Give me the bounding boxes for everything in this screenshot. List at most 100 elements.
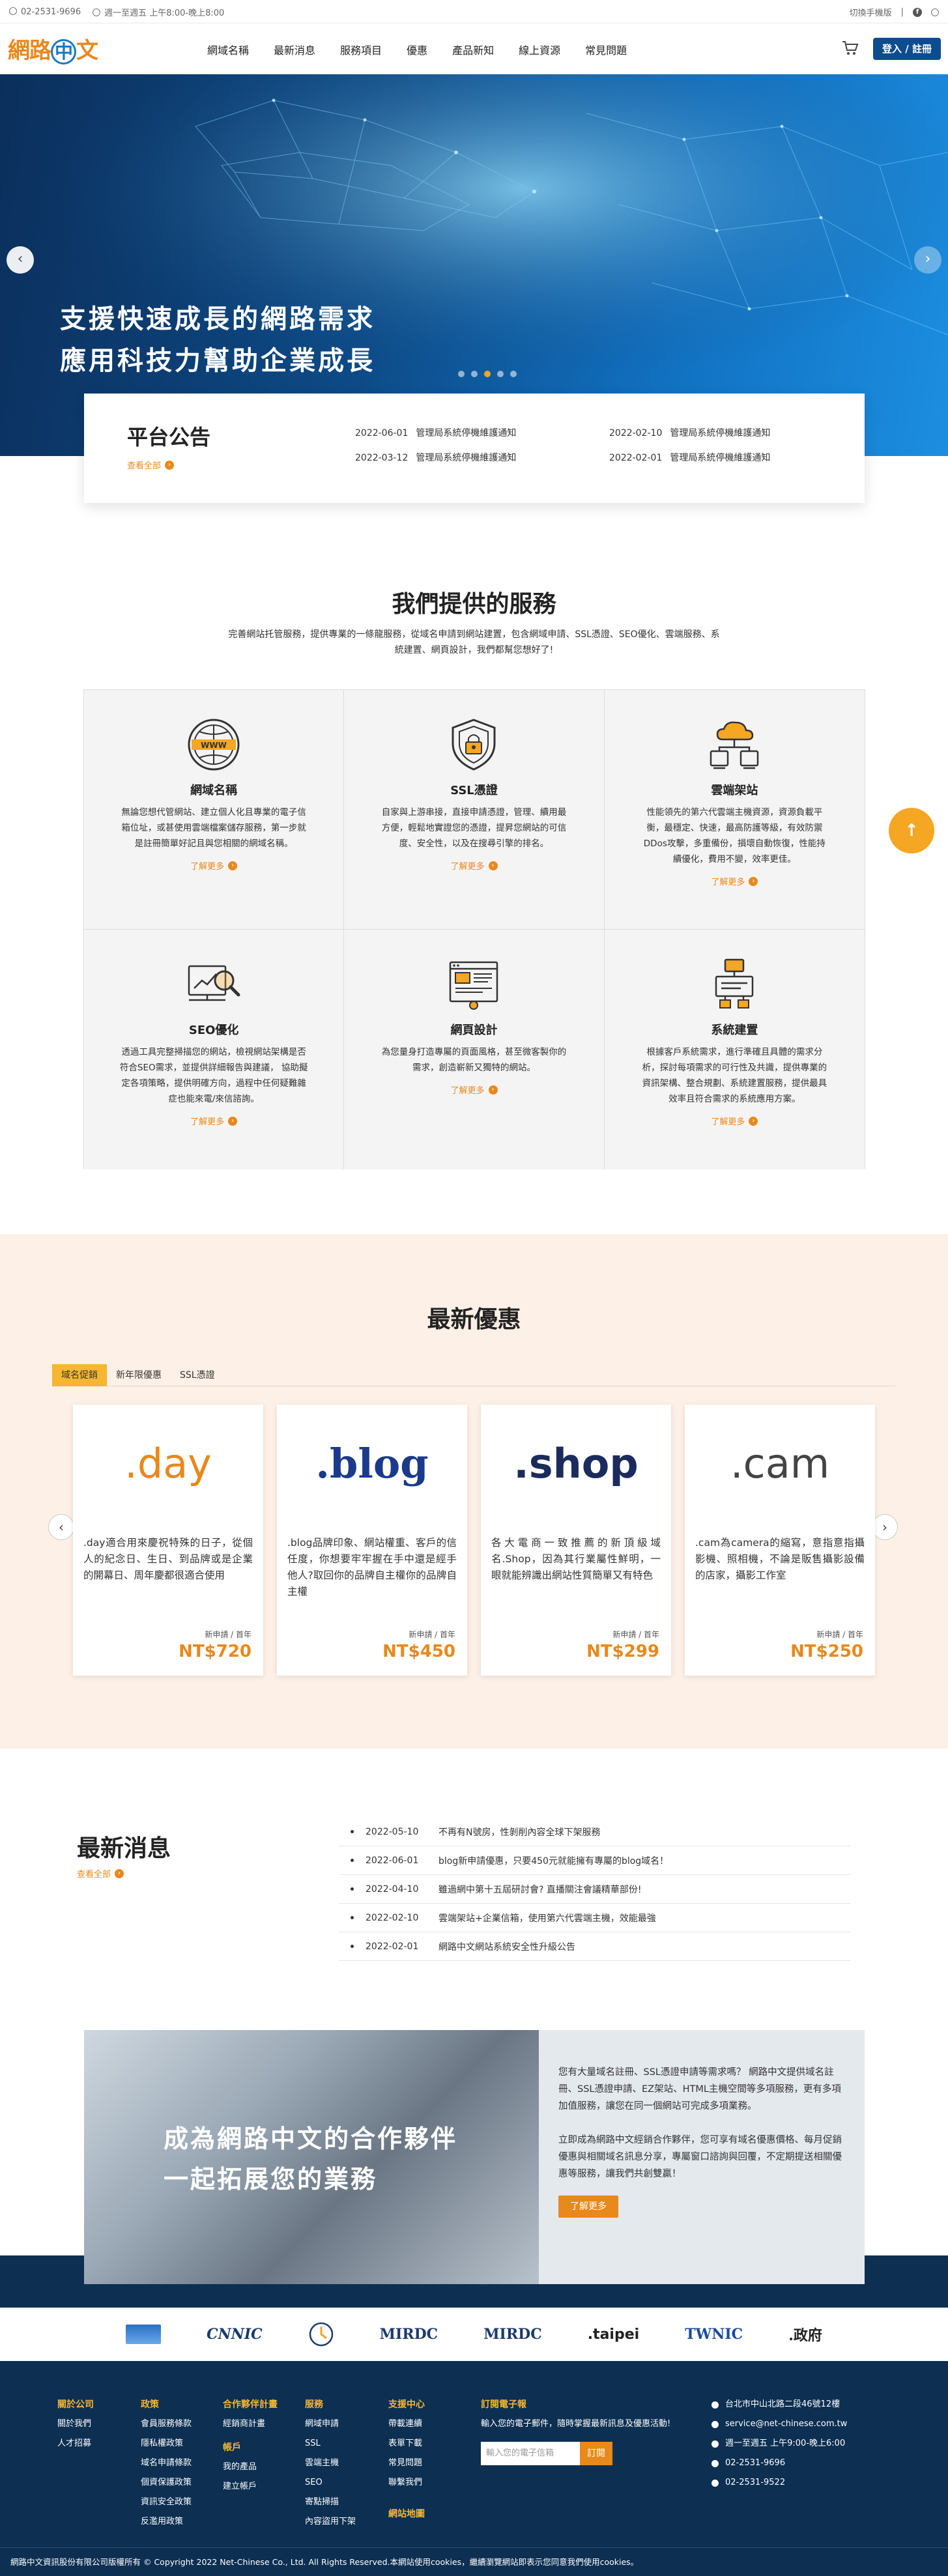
tab-domain-sale[interactable]: 域名促銷 [52,1364,107,1386]
service-card-seo[interactable]: SEO優化 透過工具完整掃描您的網站，檢視網站架構是否符合SEO需求，並提供詳細… [84,930,345,1169]
footer-link[interactable]: SSL [305,2434,356,2454]
carousel-dot[interactable] [458,371,465,377]
scroll-top-arrow-icon[interactable]: ↑ [889,808,934,853]
announcement-item[interactable]: 2022-02-10 管理局系統停機維護通知 [609,426,770,439]
promo-unit: 新申請 / 首年 [205,1630,251,1639]
subscribe-form: 輸入您的電子信箱 訂閱 [481,2442,689,2465]
taipei-logo[interactable]: .taipei [588,2326,639,2343]
hero-next-arrow-icon[interactable]: › [914,246,941,274]
news-item[interactable]: 2022-04-10 雖過網中第十五屆研討會? 直播關注會議精華部份! [339,1875,851,1904]
service-text: 根據客戶系統需求，進行準確且具體的需求分析，探討每項需求的可行性及共識，提供專業… [642,1047,827,1104]
announcement-item[interactable]: 2022-02-01 管理局系統停機維護通知 [609,451,770,464]
carousel-dot[interactable] [471,371,478,377]
service-more-link[interactable]: 了解更多 › [711,1115,758,1127]
news-more-link[interactable]: 查看全部 › [77,1867,124,1880]
nav-item-news[interactable]: 最新消息 [274,42,315,57]
sitemap-link[interactable]: 網站地圖 [388,2504,425,2524]
partner-learn-more-button[interactable]: 了解更多 [558,2196,618,2218]
footer-link[interactable]: 雲端主機 [305,2454,356,2473]
carousel-dot[interactable] [497,371,504,377]
facebook-icon[interactable]: f [913,7,922,17]
hero-prev-arrow-icon[interactable]: ‹ [7,246,34,274]
twnic-logo[interactable] [126,2325,162,2344]
service-card-system[interactable]: 系統建置 根據客戶系統需求，進行準確且具體的需求分析，探討每項需求的可行性及共識… [604,930,865,1169]
cnnic-logo[interactable]: CNNIC [207,2326,263,2343]
nav-item-product-news[interactable]: 產品新知 [452,42,494,57]
service-card-cloud[interactable]: 雲端架站 性能領先的第六代雲端主機資源，資源負載平衡，最穩定、快速，最高防護等級… [604,690,865,930]
news-item[interactable]: 2022-02-10 雲端架站+企業信箱，使用第六代雲端主機，效能最強 [339,1904,851,1932]
footer-link[interactable]: 經銷商計畫 [223,2414,278,2434]
promo-card[interactable]: .shop 各大電商一致推薦的新頂級域名.Shop，因為其行業屬性鮮明，一眼就能… [481,1405,671,1676]
footer-link[interactable]: 關於我們 [57,2414,94,2434]
clock-icon [93,8,101,16]
footer-link[interactable]: 建立帳戶 [223,2477,278,2497]
footer-link[interactable]: 寄點掃描 [305,2493,356,2512]
service-more-link[interactable]: 了解更多 › [190,859,238,872]
promo-card[interactable]: .day .day適合用來慶祝特殊的日子，從個人的紀念日、生日、到品牌或是企業的… [73,1405,263,1676]
footer-link[interactable]: 常見問題 [388,2454,425,2473]
promo-card[interactable]: .cam .cam為camera的縮寫，意指意指攝影機、照相機，不論是販售攝影設… [685,1405,875,1676]
promo-next-arrow-icon[interactable]: › [872,1514,898,1540]
service-more-link[interactable]: 了解更多 › [450,859,498,872]
footer-link[interactable]: 內容盜用下架 [305,2512,356,2532]
carousel-dot-active[interactable] [484,371,491,377]
more-label: 了解更多 [450,1086,485,1096]
footer-link[interactable]: SEO [305,2473,356,2493]
footer-link[interactable]: 表單下載 [388,2434,425,2454]
service-more-link[interactable]: 了解更多 › [190,1115,238,1127]
twnic-logo[interactable]: TWNIC [685,2326,743,2343]
partner-headline: 成為網路中文的合作夥伴 一起拓展您的業務 [164,2119,457,2199]
footer-link[interactable]: 資訊安全政策 [141,2493,192,2512]
login-register-button[interactable]: 登入 / 註冊 [873,38,941,60]
tab-new-year[interactable]: 新年限優惠 [107,1364,171,1386]
announcement-item[interactable]: 2022-03-12 管理局系統停機維護通知 [355,451,516,464]
carousel-dot[interactable] [510,371,517,377]
footer-link[interactable]: 隱私權政策 [141,2434,192,2454]
footer-link[interactable]: 我的產品 [223,2457,278,2477]
promo-prev-arrow-icon[interactable]: ‹ [48,1514,74,1540]
nav-item-services[interactable]: 服務項目 [340,42,382,57]
subscribe-button[interactable]: 訂閱 [580,2442,612,2465]
footer-link[interactable]: 域名申請條款 [141,2454,192,2473]
service-more-link[interactable]: 了解更多 › [711,875,758,887]
mirdc-logo[interactable]: MIRDC [483,2326,542,2343]
news-item[interactable]: 2022-06-01 blog新申請優惠，只要450元就能擁有專屬的blog域名！ [339,1846,851,1875]
footer-link[interactable]: 人才招募 [57,2434,94,2454]
mirdc-logo[interactable]: MIRDC [380,2326,438,2343]
nav-item-domain[interactable]: 網域名稱 [207,42,249,57]
mobile-switch-link[interactable]: 切換手機版 [850,6,892,18]
subscribe-email-input[interactable]: 輸入您的電子信箱 [481,2442,580,2465]
announcement-more-link[interactable]: 查看全部 › [127,459,175,471]
footer-link[interactable]: 個資保護政策 [141,2473,192,2493]
service-card-ssl[interactable]: SSL憑證 自家與上游串接，直接申請憑證，管理、續用最方便，輕鬆地實證您的憑證，… [344,690,605,930]
globe-icon[interactable] [931,8,939,16]
announcement-item[interactable]: 2022-06-01 管理局系統停機維護通知 [355,426,516,439]
cart-icon[interactable] [842,40,859,56]
service-card-domain[interactable]: WWW 網域名稱 無論您想代管網站、建立個人化且專業的電子信箱位址，或甚使用雲端… [84,690,345,930]
news-item[interactable]: 2022-05-10 不再有N號房，性剝削內容全球下架服務 [339,1818,851,1846]
tab-ssl[interactable]: SSL憑證 [171,1364,224,1386]
footer-link[interactable]: 反濫用政策 [141,2512,192,2532]
service-more-link[interactable]: 了解更多 › [450,1083,498,1096]
location-icon [711,2401,719,2409]
footer-link[interactable]: 網域申請 [305,2414,356,2434]
contact-email[interactable]: service@net-chinese.com.tw [711,2414,847,2434]
footer-link[interactable]: 會員服務條款 [141,2414,192,2434]
service-card-web-design[interactable]: 網頁設計 為您量身打造專屬的頁面風格，甚至微客製你的需求，創造嶄新又獨特的網站。… [344,930,605,1169]
top-links: 切換手機版 | f [850,6,939,18]
promo-card[interactable]: .blog .blog品牌印象、網站權重、客戶的信任度，你想要牢牢握在手中還是經… [277,1405,467,1676]
contact-phone[interactable]: 02-2531-9696 [711,2454,847,2473]
seal-logo[interactable] [308,2321,334,2347]
nav-item-offers[interactable]: 優惠 [407,42,427,57]
announcement-date: 2022-02-01 [609,453,663,463]
gov-logo[interactable]: .政府 [788,2324,822,2345]
announcement-panel: 平台公告 查看全部 › 2022-06-01 管理局系統停機維護通知 2022-02… [84,394,865,503]
nav-item-resources[interactable]: 線上資源 [519,42,560,57]
nav-item-faq[interactable]: 常見問題 [585,42,627,57]
news-item[interactable]: 2022-02-01 網路中文網站系統安全性升級公告 [339,1932,851,1961]
hero-line-2: 應用科技力幫助企業成長 [60,346,375,376]
footer-link[interactable]: 帶載連續 [388,2414,425,2434]
promotions-tabs: 域名促銷 新年限優惠 SSL憑證 [52,1364,895,1386]
site-logo[interactable]: 網路中文 [8,33,98,64]
footer-link[interactable]: 聯繫我們 [388,2473,425,2493]
